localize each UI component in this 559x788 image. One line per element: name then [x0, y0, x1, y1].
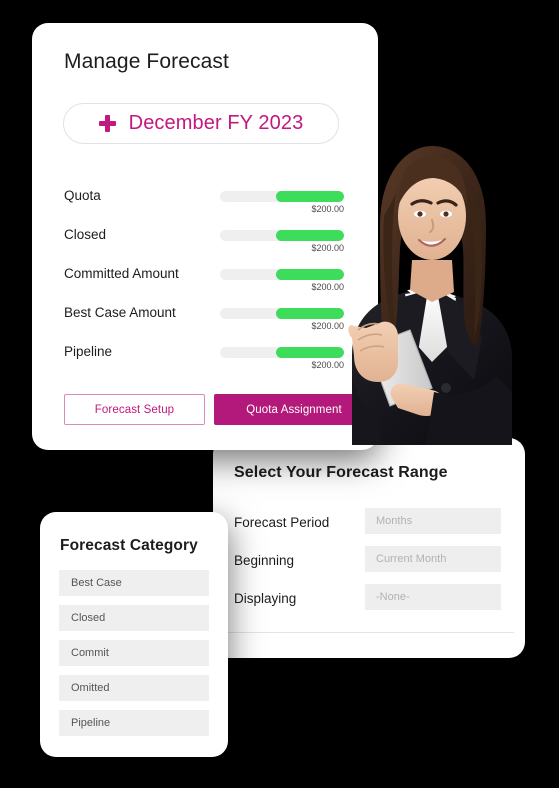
- forecast-setup-button[interactable]: Forecast Setup: [64, 394, 205, 425]
- metric-progress-fill: [275, 347, 344, 358]
- mouth: [417, 237, 447, 247]
- page-title: Manage Forecast: [64, 50, 229, 73]
- metric-value: $200.00: [311, 282, 344, 292]
- plus-icon: [98, 115, 116, 132]
- form-row: Beginning Current Month: [213, 546, 525, 584]
- metric-label: Best Case Amount: [64, 305, 176, 320]
- hair-back: [380, 146, 486, 354]
- eye-left: [414, 210, 426, 218]
- lapel-right: [437, 290, 482, 380]
- metric-progress-bar: [220, 269, 344, 280]
- face: [398, 172, 466, 260]
- eyebrow-right: [436, 199, 458, 207]
- metric-label: Quota: [64, 188, 101, 203]
- metric-progress-fill: [275, 230, 344, 241]
- neck: [410, 260, 454, 302]
- forecast-period-label: December FY 2023: [128, 112, 304, 134]
- forecast-period-field-label: Forecast Period: [234, 515, 330, 530]
- metric-progress-bar: [220, 308, 344, 319]
- metric-progress-fill: [275, 191, 344, 202]
- card-divider: [224, 632, 514, 633]
- beginning-input[interactable]: Current Month: [365, 546, 501, 572]
- list-item[interactable]: Pipeline: [59, 710, 209, 736]
- metric-row: Quota $200.00: [32, 183, 378, 222]
- nose: [429, 219, 435, 233]
- metric-value: $200.00: [311, 243, 344, 253]
- forecast-range-title: Select Your Forecast Range: [234, 464, 448, 481]
- metric-value: $200.00: [311, 321, 344, 331]
- eye-right: [440, 210, 452, 218]
- metric-value: $200.00: [311, 204, 344, 214]
- shirt-collar-right: [434, 288, 456, 310]
- metric-label: Pipeline: [64, 344, 113, 359]
- pupil-left: [417, 211, 423, 217]
- metric-row: Committed Amount $200.00: [32, 261, 378, 300]
- metric-label: Closed: [64, 227, 107, 242]
- forecast-range-form: Forecast Period Months Beginning Current…: [213, 508, 525, 622]
- manage-forecast-card: Manage Forecast December FY 2023 Quota $…: [32, 23, 378, 450]
- metric-progress-bar: [220, 230, 344, 241]
- dress-shirt: [405, 290, 456, 362]
- metric-progress-fill: [275, 308, 344, 319]
- pupil-right: [443, 211, 449, 217]
- metric-label: Committed Amount: [64, 266, 179, 281]
- hand-right: [390, 383, 444, 416]
- metric-row: Closed $200.00: [32, 222, 378, 261]
- metric-progress-bar: [220, 347, 344, 358]
- jacket-button: [441, 383, 451, 393]
- metric-value: $200.00: [311, 360, 344, 370]
- app-background: Manage Forecast December FY 2023 Quota $…: [0, 0, 559, 788]
- metrics-list: Quota $200.00 Closed $200.00 Committed A…: [32, 183, 378, 378]
- forecast-category-list: Best Case Closed Commit Omitted Pipeline: [59, 570, 209, 745]
- shirt-collar-left: [407, 288, 432, 308]
- forecast-category-title: Forecast Category: [60, 537, 198, 554]
- displaying-field-label: Displaying: [234, 591, 297, 606]
- forecast-range-card: Select Your Forecast Range Forecast Peri…: [213, 438, 525, 658]
- forecast-period-button[interactable]: December FY 2023: [63, 103, 339, 144]
- beginning-field-label: Beginning: [234, 553, 295, 568]
- metric-row: Best Case Amount $200.00: [32, 300, 378, 339]
- forecast-category-card: Forecast Category Best Case Closed Commi…: [40, 512, 228, 757]
- metric-progress-bar: [220, 191, 344, 202]
- forecast-period-input[interactable]: Months: [365, 508, 501, 534]
- list-item[interactable]: Closed: [59, 605, 209, 631]
- list-item[interactable]: Omitted: [59, 675, 209, 701]
- list-item[interactable]: Commit: [59, 640, 209, 666]
- sleeve-right: [426, 376, 512, 445]
- teeth: [419, 239, 445, 246]
- form-row: Forecast Period Months: [213, 508, 525, 546]
- list-item[interactable]: Best Case: [59, 570, 209, 596]
- hair-strand-left: [383, 194, 396, 330]
- quota-assignment-button[interactable]: Quota Assignment: [214, 394, 374, 425]
- metric-progress-fill: [275, 269, 344, 280]
- form-row: Displaying -None-: [213, 584, 525, 622]
- displaying-input[interactable]: -None-: [365, 584, 501, 610]
- metric-row: Pipeline $200.00: [32, 339, 378, 378]
- hair-strand-right: [467, 196, 482, 338]
- hair-fringe: [398, 156, 467, 206]
- eyebrow-left: [410, 199, 433, 206]
- lapel-left: [384, 290, 428, 376]
